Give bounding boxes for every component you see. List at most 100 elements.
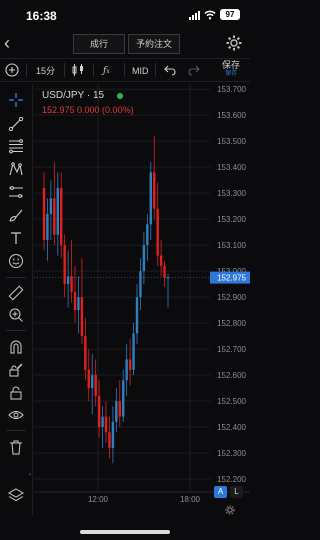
price-tick-label: 153.400 <box>217 163 246 172</box>
battery-icon: 97 <box>220 9 240 20</box>
reserve-order-button[interactable]: 予約注文 <box>128 34 180 54</box>
candle-body <box>104 416 108 433</box>
fib-icon[interactable] <box>7 137 25 155</box>
candle-body <box>115 401 118 422</box>
price-tick-label: 153.600 <box>217 111 246 120</box>
candle-body <box>97 395 101 428</box>
price-tick-label: 152.200 <box>217 475 246 484</box>
candle-body <box>42 187 46 240</box>
candle-body <box>156 208 159 256</box>
candle-body <box>46 213 49 240</box>
candle-body <box>80 297 84 337</box>
clock: 16:38 <box>26 9 57 23</box>
live-status-dot <box>117 93 123 99</box>
time-tick-label: 18:00 <box>180 495 201 504</box>
price-tick-label: 153.500 <box>217 137 246 146</box>
add-indicator-icon[interactable] <box>5 63 19 77</box>
eye-icon[interactable] <box>7 406 25 424</box>
price-tick-label: 153.700 <box>217 85 246 94</box>
gear-icon[interactable] <box>226 35 242 51</box>
redo-icon[interactable] <box>188 64 200 76</box>
home-indicator <box>80 530 170 534</box>
trend-line-icon[interactable] <box>7 115 25 133</box>
wifi-icon <box>204 10 216 19</box>
price-tick-label: 152.600 <box>217 371 246 380</box>
undo-icon[interactable] <box>164 64 176 76</box>
price-tick-label: 152.800 <box>217 319 246 328</box>
price-tick-label: 153.300 <box>217 189 246 198</box>
candle-body <box>125 359 128 381</box>
layers-icon[interactable] <box>7 486 25 504</box>
price-tick-label: 153.100 <box>217 241 246 250</box>
price-tick-label: 152.500 <box>217 397 246 406</box>
interval-selector[interactable]: 15分 <box>36 62 55 80</box>
chart-toolbar: 15分 ƒx MID 保存 保存 <box>0 58 250 82</box>
candle-body <box>91 375 94 389</box>
candle-body <box>70 276 73 292</box>
price-tick-label: 152.900 <box>217 293 246 302</box>
candle-body <box>84 336 87 370</box>
chart-settings-icon[interactable] <box>225 505 235 515</box>
order-header: ‹ 成行 予約注文 <box>0 32 250 56</box>
trash-icon[interactable] <box>7 438 25 456</box>
time-tick-label: 12:00 <box>88 495 109 504</box>
collapse-arrow-icon[interactable]: ‹ <box>29 472 31 478</box>
candle-body <box>135 297 139 334</box>
candle-body <box>139 271 142 298</box>
drawing-tools-sidebar: ‹ <box>0 84 33 516</box>
projection-icon[interactable] <box>7 183 25 201</box>
pattern-icon[interactable] <box>7 160 25 178</box>
candle-body <box>63 245 66 285</box>
price-type-selector[interactable]: MID <box>132 62 149 80</box>
candle-body <box>122 380 125 417</box>
candle-body <box>101 416 104 428</box>
candle-body <box>49 198 53 214</box>
crosshair-icon[interactable] <box>7 91 25 109</box>
text-icon[interactable] <box>7 229 25 247</box>
current-price-label: 152.975 <box>217 274 246 283</box>
save-button[interactable]: 保存 保存 <box>222 60 240 78</box>
indicators-fx-icon[interactable]: ƒx <box>103 62 110 80</box>
status-icons: 97 <box>189 9 240 20</box>
price-tick-label: 153.200 <box>217 215 246 224</box>
candle-body <box>166 277 170 279</box>
chart-symbol-label: USD/JPY · 15 <box>42 90 105 101</box>
candle-body <box>87 369 90 389</box>
candle-body <box>118 401 121 417</box>
emoji-icon[interactable] <box>7 252 25 270</box>
back-chevron-icon[interactable]: ‹ <box>4 34 18 54</box>
candle-body <box>132 333 135 370</box>
candle-body <box>94 375 97 396</box>
candlestick-chart[interactable]: 153.700 153.600 153.500 153.400 153.300 153.2… <box>34 84 250 504</box>
candle-body <box>111 421 115 448</box>
brush-icon[interactable] <box>7 206 25 224</box>
log-scale-button[interactable]: L <box>230 486 243 498</box>
save-sublabel: 保存 <box>224 71 237 77</box>
price-tick-label: 152.300 <box>217 449 246 458</box>
candle-type-icon[interactable] <box>71 63 85 77</box>
lock-icon[interactable] <box>7 384 25 402</box>
ruler-icon[interactable] <box>7 284 25 302</box>
price-tick-label: 152.400 <box>217 423 246 432</box>
candle-body <box>128 359 132 370</box>
price-tick-label: 152.700 <box>217 345 246 354</box>
auto-scale-button[interactable]: A <box>214 486 227 498</box>
market-order-button[interactable]: 成行 <box>73 34 125 54</box>
candle-body <box>73 291 77 311</box>
save-label: 保存 <box>221 60 240 70</box>
candle-body <box>60 187 63 246</box>
magnet-icon[interactable] <box>7 338 25 356</box>
candle-body <box>77 297 80 311</box>
lock-pencil-icon[interactable] <box>7 361 25 379</box>
candle-body <box>146 224 149 246</box>
candle-body <box>53 198 56 235</box>
price-chart[interactable]: 153.700 153.600 153.500 153.400 153.300 153.2… <box>34 84 250 504</box>
status-bar: 16:38 97 <box>0 0 250 30</box>
zoom-in-icon[interactable] <box>7 306 25 324</box>
candle-body <box>56 187 59 235</box>
candle-body <box>163 265 166 278</box>
chart-ohlc-values: 152.975 0.000 (0.00%) <box>42 105 134 115</box>
signal-icon <box>189 10 200 20</box>
candle-body <box>159 255 163 266</box>
candle-body <box>153 172 156 209</box>
